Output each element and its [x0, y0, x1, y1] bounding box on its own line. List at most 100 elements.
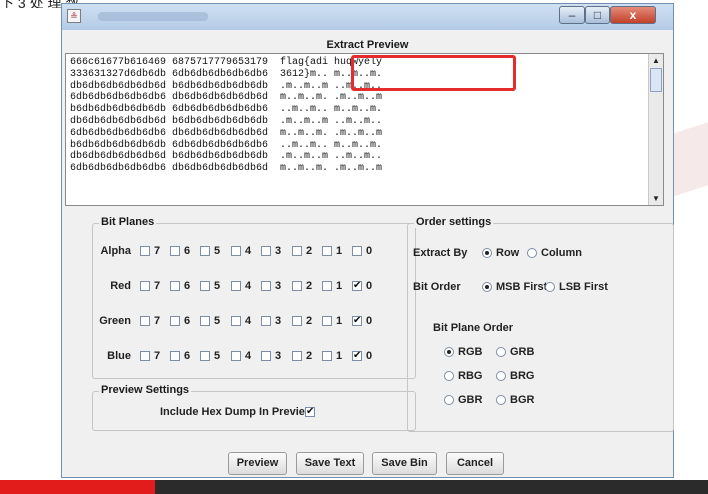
- cancel-button[interactable]: Cancel: [446, 452, 504, 475]
- scroll-thumb[interactable]: [650, 68, 662, 92]
- checkbox-blue-5[interactable]: [200, 351, 210, 361]
- order-settings-legend: Order settings: [414, 216, 494, 228]
- bit-label-3: 3: [275, 280, 282, 292]
- checkbox-red-7[interactable]: [140, 281, 150, 291]
- checkbox-alpha-3[interactable]: [261, 246, 271, 256]
- checkbox-red-6[interactable]: [170, 281, 180, 291]
- radio-brg[interactable]: [496, 371, 506, 381]
- checkbox-green-7[interactable]: [140, 316, 150, 326]
- checkbox-green-2[interactable]: [292, 316, 302, 326]
- preview-settings-legend: Preview Settings: [99, 384, 192, 396]
- checkbox-red-4[interactable]: [231, 281, 241, 291]
- radio-row[interactable]: [482, 248, 492, 258]
- bit-label-0: 0: [366, 280, 373, 292]
- bit-order-label: Bit Order: [413, 281, 461, 293]
- checkbox-alpha-1[interactable]: [322, 246, 332, 256]
- checkbox-blue-6[interactable]: [170, 351, 180, 361]
- bit-label-2: 2: [306, 315, 313, 327]
- bit-label-1: 1: [336, 350, 343, 362]
- checkbox-blue-1[interactable]: [322, 351, 332, 361]
- preview-line: b6db6db6db6db6db 6db6db6db6db6db6 ..m..m…: [70, 104, 383, 116]
- radio-label-rbg: RBG: [458, 370, 483, 382]
- checkbox-red-1[interactable]: [322, 281, 332, 291]
- radio-label-rgb: RGB: [458, 346, 483, 358]
- preview-line: 666c61677b616469 6875717779653179 flag{a…: [70, 57, 383, 68]
- radio-label-column: Column: [541, 247, 582, 259]
- bit-label-4: 4: [245, 315, 252, 327]
- preview-line: 333631327d6db6db 6db6db6db6db6db6 3612}m…: [70, 68, 383, 80]
- checkbox-blue-3[interactable]: [261, 351, 271, 361]
- radio-label-row: Row: [496, 247, 520, 259]
- preview-line: b6db6db6db6db6db 6db6db6db6db6db6 ..m..m…: [70, 139, 383, 151]
- save-bin-button[interactable]: Save Bin: [372, 452, 437, 475]
- minimize-button[interactable]: –: [559, 6, 585, 24]
- checkbox-alpha-6[interactable]: [170, 246, 180, 256]
- radio-label-lsb-first: LSB First: [559, 281, 608, 293]
- bit-label-6: 6: [184, 315, 191, 327]
- preview-line: 6db6db6db6db6db6 db6db6db6db6db6d m..m..…: [70, 163, 383, 175]
- bit-label-4: 4: [245, 245, 252, 257]
- checkbox-red-0[interactable]: ✔: [352, 281, 362, 291]
- bit-label-6: 6: [184, 280, 191, 292]
- radio-msb-first[interactable]: [482, 282, 492, 292]
- bit-label-5: 5: [214, 350, 221, 362]
- title-bar[interactable]: ≗ – □ x: [62, 4, 673, 30]
- bit-label-7: 7: [154, 350, 161, 362]
- preview-settings-panel: Preview Settings Include Hex Dump In Pre…: [92, 384, 416, 431]
- radio-gbr[interactable]: [444, 395, 454, 405]
- maximize-button[interactable]: □: [585, 6, 610, 24]
- scroll-down-icon[interactable]: ▼: [649, 192, 663, 205]
- bit-label-2: 2: [306, 245, 313, 257]
- radio-label-msb-first: MSB First: [496, 281, 548, 293]
- checkbox-alpha-7[interactable]: [140, 246, 150, 256]
- checkbox-blue-2[interactable]: [292, 351, 302, 361]
- radio-label-brg: BRG: [510, 370, 535, 382]
- radio-column[interactable]: [527, 248, 537, 258]
- row-label-blue: Blue: [107, 350, 131, 362]
- checkbox-green-4[interactable]: [231, 316, 241, 326]
- bit-label-7: 7: [154, 315, 161, 327]
- radio-label-grb: GRB: [510, 346, 535, 358]
- radio-rbg[interactable]: [444, 371, 454, 381]
- bit-plane-order-label: Bit Plane Order: [433, 322, 514, 334]
- radio-bgr[interactable]: [496, 395, 506, 405]
- checkbox-blue-0[interactable]: ✔: [352, 351, 362, 361]
- checkbox-alpha-4[interactable]: [231, 246, 241, 256]
- preview-button[interactable]: Preview: [228, 452, 287, 475]
- checkbox-green-3[interactable]: [261, 316, 271, 326]
- extract-by-label: Extract By: [413, 247, 468, 259]
- checkbox-green-1[interactable]: [322, 316, 332, 326]
- checkbox-alpha-5[interactable]: [200, 246, 210, 256]
- checkbox-red-5[interactable]: [200, 281, 210, 291]
- checkbox-green-6[interactable]: [170, 316, 180, 326]
- checkbox-alpha-0[interactable]: [352, 246, 362, 256]
- scroll-up-icon[interactable]: ▲: [649, 54, 663, 67]
- hex-dump-label: Include Hex Dump In Preview: [160, 406, 314, 418]
- bit-label-3: 3: [275, 245, 282, 257]
- bit-label-5: 5: [214, 280, 221, 292]
- checkbox-green-0[interactable]: ✔: [352, 316, 362, 326]
- radio-lsb-first[interactable]: [545, 282, 555, 292]
- checkbox-red-2[interactable]: [292, 281, 302, 291]
- radio-rgb[interactable]: [444, 347, 454, 357]
- hex-dump-checkbox[interactable]: ✔: [305, 407, 315, 417]
- checkbox-green-5[interactable]: [200, 316, 210, 326]
- checkbox-red-3[interactable]: [261, 281, 271, 291]
- checkbox-alpha-2[interactable]: [292, 246, 302, 256]
- bit-label-7: 7: [154, 280, 161, 292]
- bit-label-0: 0: [366, 245, 373, 257]
- bit-label-0: 0: [366, 350, 373, 362]
- vertical-scrollbar[interactable]: ▲ ▼: [648, 54, 663, 205]
- radio-grb[interactable]: [496, 347, 506, 357]
- checkbox-blue-7[interactable]: [140, 351, 150, 361]
- order-settings-panel: Order settings Extract By Bit Order Bit …: [407, 216, 674, 432]
- row-label-red: Red: [110, 280, 131, 292]
- bit-label-6: 6: [184, 245, 191, 257]
- row-label-green: Green: [99, 315, 131, 327]
- preview-line: 6db6db6db6db6db6 db6db6db6db6db6d m..m..…: [70, 92, 383, 104]
- bit-label-2: 2: [306, 280, 313, 292]
- app-icon: ≗: [67, 9, 81, 23]
- close-button[interactable]: x: [610, 6, 656, 24]
- save-text-button[interactable]: Save Text: [296, 452, 364, 475]
- checkbox-blue-4[interactable]: [231, 351, 241, 361]
